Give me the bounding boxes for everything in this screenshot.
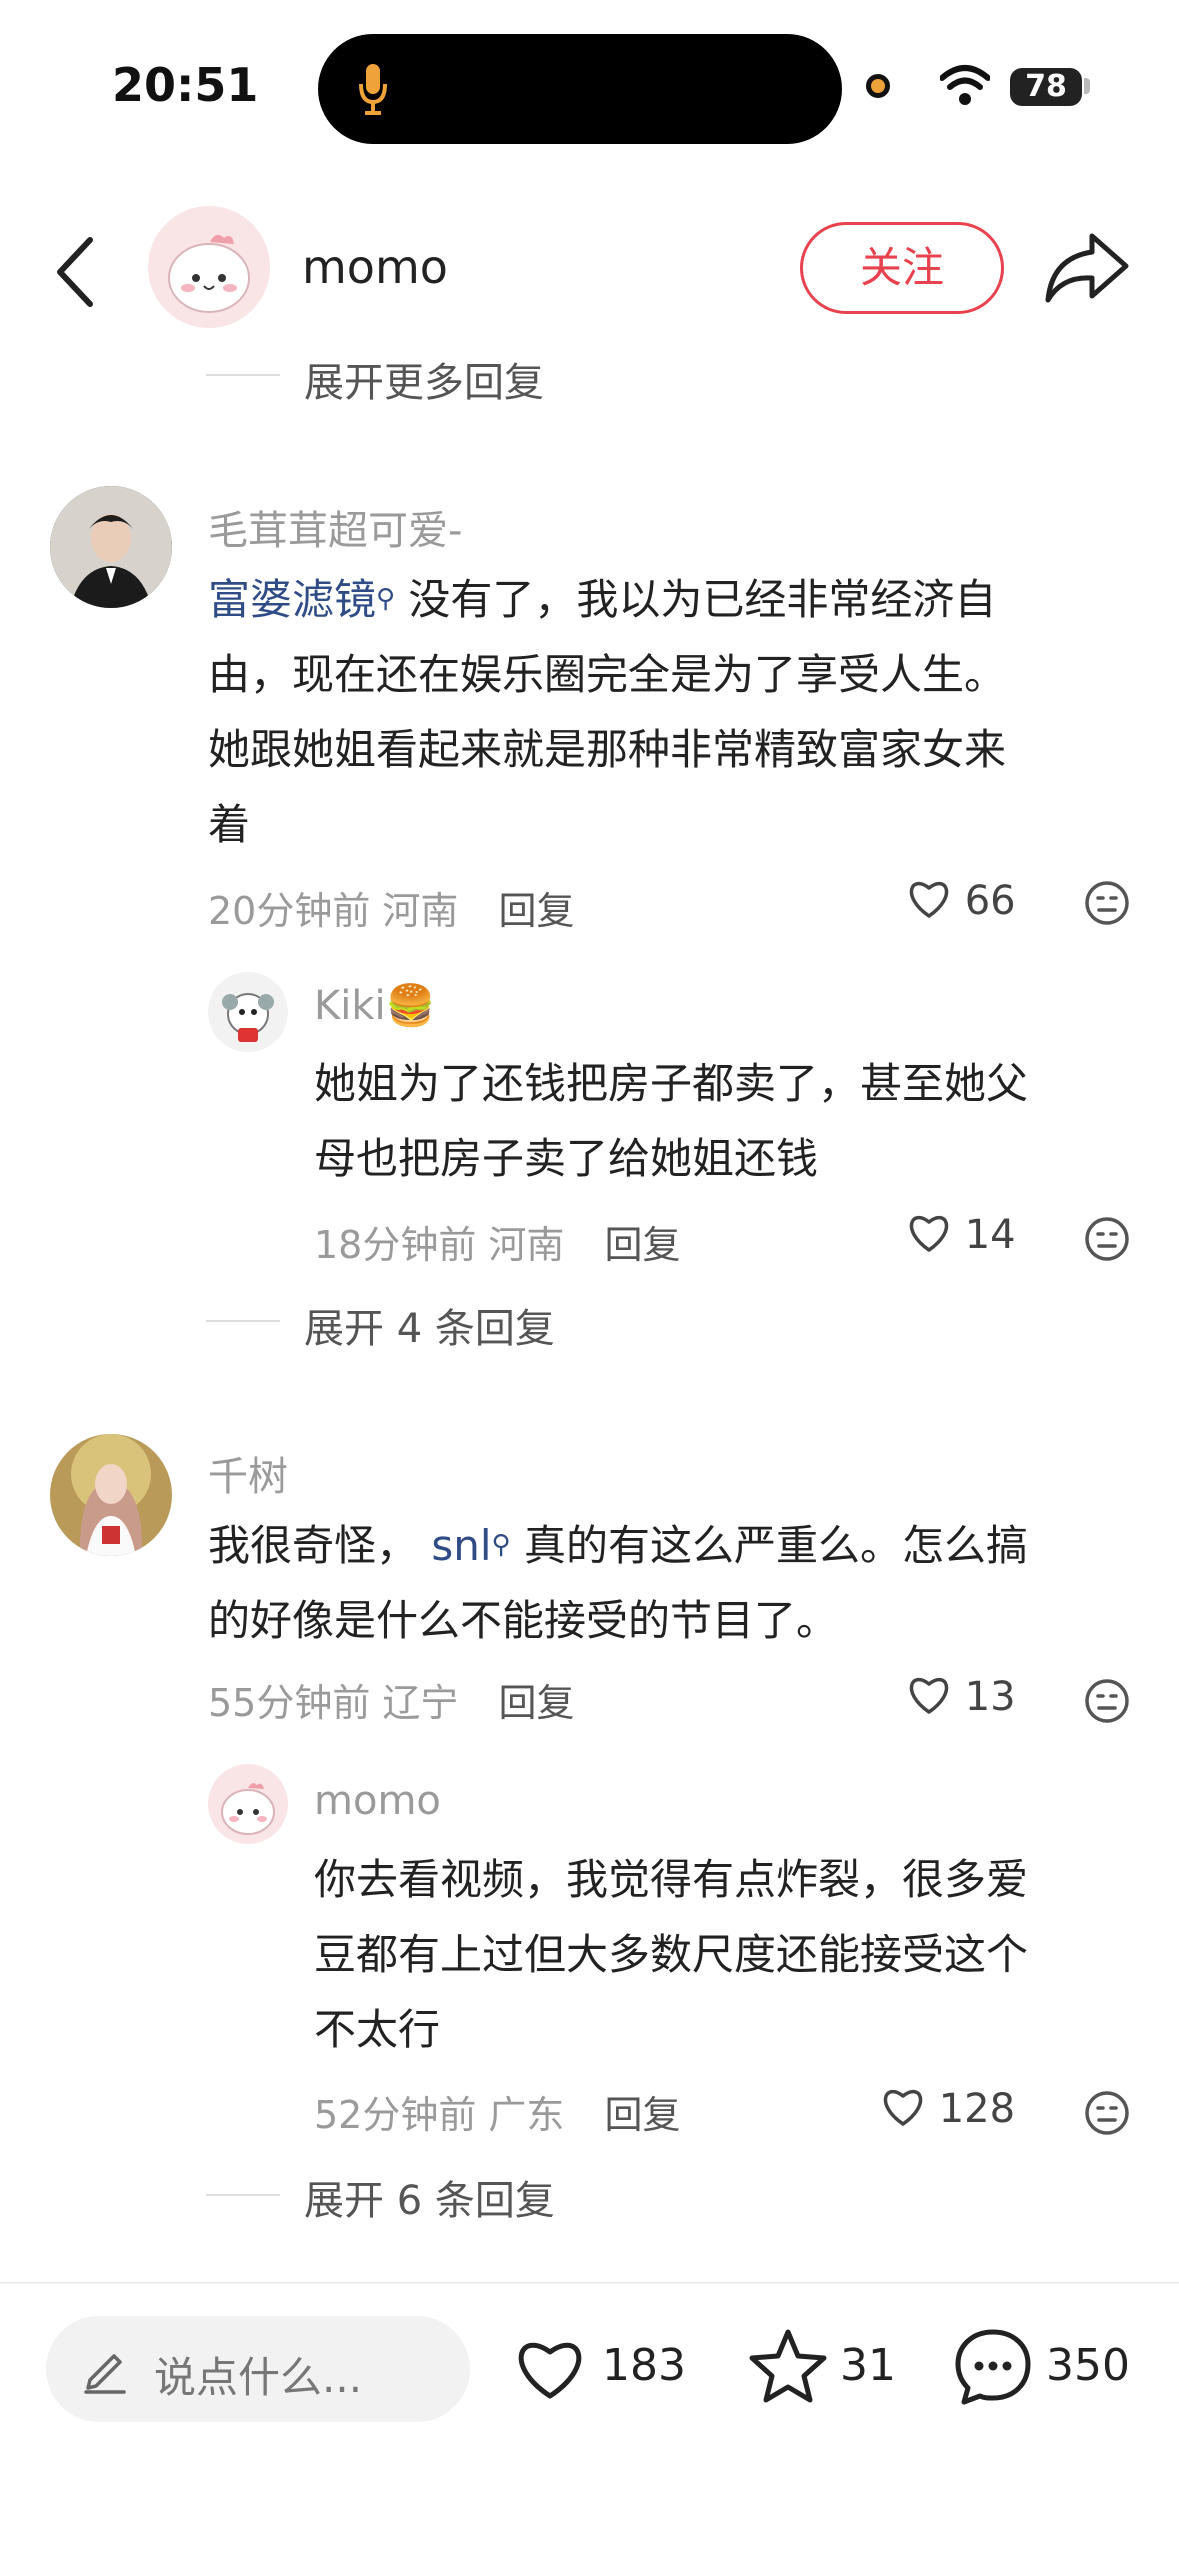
comment-time: 18分钟前 河南 — [314, 1223, 565, 1267]
comment-text-line: 没有了，我以为已经非常经济自 — [408, 575, 997, 624]
avatar[interactable] — [208, 972, 288, 1052]
dislike-icon[interactable] — [1084, 880, 1130, 926]
comment-text-line: 她跟她姐看起来就是那种非常精致富家女来 — [208, 725, 1007, 774]
recording-indicator — [866, 74, 890, 98]
comment-text-line: 不太行 — [314, 2005, 441, 2054]
divider-line — [206, 374, 280, 376]
header-avatar[interactable] — [148, 206, 270, 328]
comment-text-line: 由，现在还在娱乐圈完全是为了享受人生。 — [208, 650, 1007, 699]
like-count: 14 — [964, 1212, 1016, 1258]
avatar[interactable] — [50, 1434, 172, 1556]
avatar[interactable] — [208, 1764, 288, 1844]
heart-icon — [909, 881, 949, 918]
status-time: 20:51 — [112, 58, 259, 112]
like-count: 13 — [964, 1674, 1016, 1720]
comment-text: 你去看视频，我觉得有点炸裂，很多爱 豆都有上过但大多数尺度还能接受这个 不太行 — [314, 1842, 1164, 2067]
bottom-bar-divider — [0, 2282, 1179, 2284]
star-icon[interactable] — [748, 2328, 828, 2404]
expand-replies[interactable]: 展开 4 条回复 — [304, 1296, 555, 1354]
reply-button[interactable]: 回复 — [499, 889, 575, 933]
expand-more-replies[interactable]: 展开更多回复 — [304, 350, 544, 408]
post-like-count[interactable]: 183 — [602, 2340, 686, 2391]
comment-text-line: 我很奇怪， — [208, 1521, 419, 1570]
header-username[interactable]: momo — [302, 240, 448, 294]
reply-button[interactable]: 回复 — [499, 1681, 575, 1725]
dislike-icon[interactable] — [1084, 1678, 1130, 1724]
comment-icon[interactable] — [952, 2326, 1034, 2408]
reply-button[interactable]: 回复 — [605, 1223, 681, 1267]
heart-icon — [909, 1677, 949, 1714]
heart-icon — [883, 2089, 923, 2126]
comment-meta: 18分钟前 河南 回复 — [314, 1214, 681, 1269]
like-button[interactable]: 66 — [906, 878, 1016, 924]
pencil-icon — [84, 2354, 126, 2394]
heart-icon — [909, 1215, 949, 1252]
comment-username[interactable]: 毛茸茸超可爱- — [208, 498, 462, 556]
divider-line — [206, 2194, 280, 2196]
comment-input-placeholder[interactable]: 说点什么... — [154, 2344, 362, 2405]
post-star-count[interactable]: 31 — [840, 2340, 896, 2391]
reply-button[interactable]: 回复 — [605, 2093, 681, 2137]
avatar[interactable] — [50, 486, 172, 608]
wifi-icon — [940, 65, 990, 105]
heart-icon[interactable] — [512, 2334, 588, 2402]
search-icon: ⚲ — [491, 1530, 511, 1560]
like-count: 66 — [964, 878, 1016, 924]
comment-username[interactable]: momo — [314, 1778, 441, 1824]
like-count: 128 — [938, 2086, 1016, 2132]
comment-text-line: 豆都有上过但大多数尺度还能接受这个 — [314, 1930, 1029, 1979]
comment-meta: 20分钟前 河南 回复 — [208, 880, 575, 935]
divider-line — [206, 1320, 280, 1322]
dislike-icon[interactable] — [1084, 1216, 1130, 1262]
search-icon: ⚲ — [376, 584, 396, 614]
comment-text-line: 母也把房子卖了给她姐还钱 — [314, 1134, 819, 1183]
comment-text: 我很奇怪， snl⚲ 真的有这么严重么。怎么搞 的好像是什么不能接受的节目了。 — [208, 1508, 1158, 1658]
like-button[interactable]: 14 — [906, 1212, 1016, 1258]
comment-meta: 52分钟前 广东 回复 — [314, 2084, 681, 2139]
comment-time: 20分钟前 河南 — [208, 889, 459, 933]
comment-meta: 55分钟前 辽宁 回复 — [208, 1672, 575, 1727]
expand-replies[interactable]: 展开 6 条回复 — [304, 2168, 555, 2226]
battery-tip — [1084, 78, 1090, 94]
dynamic-island — [318, 34, 842, 144]
comment-text-line: 的好像是什么不能接受的节目了。 — [208, 1596, 839, 1645]
back-icon[interactable] — [50, 232, 100, 312]
share-icon[interactable] — [1044, 230, 1130, 306]
comment-text: 她姐为了还钱把房子都卖了，甚至她父 母也把房子卖了给她姐还钱 — [314, 1046, 1164, 1196]
search-link[interactable]: 富婆滤镜 — [208, 575, 376, 624]
dislike-icon[interactable] — [1084, 2090, 1130, 2136]
comment-text: 富婆滤镜⚲ 没有了，我以为已经非常经济自 由，现在还在娱乐圈完全是为了享受人生。… — [208, 562, 1148, 862]
comment-time: 55分钟前 辽宁 — [208, 1681, 459, 1725]
like-button[interactable]: 13 — [906, 1674, 1016, 1720]
search-link[interactable]: snl — [431, 1521, 491, 1570]
comment-username[interactable]: Kiki🍔 — [314, 982, 435, 1029]
follow-button[interactable]: 关注 — [800, 222, 1004, 314]
comment-username[interactable]: 千树 — [208, 1444, 288, 1502]
comment-time: 52分钟前 广东 — [314, 2093, 565, 2137]
comment-text-line: 她姐为了还钱把房子都卖了，甚至她父 — [314, 1059, 1029, 1108]
comment-text-line: 你去看视频，我觉得有点炸裂，很多爱 — [314, 1855, 1029, 1904]
post-comment-count[interactable]: 350 — [1046, 2340, 1130, 2391]
like-button[interactable]: 128 — [880, 2086, 1015, 2132]
comment-text-line: 着 — [208, 800, 251, 849]
microphone-icon — [359, 64, 387, 115]
battery-icon: 78 — [1010, 68, 1082, 106]
comment-text-line: 真的有这么严重么。怎么搞 — [523, 1521, 1028, 1570]
